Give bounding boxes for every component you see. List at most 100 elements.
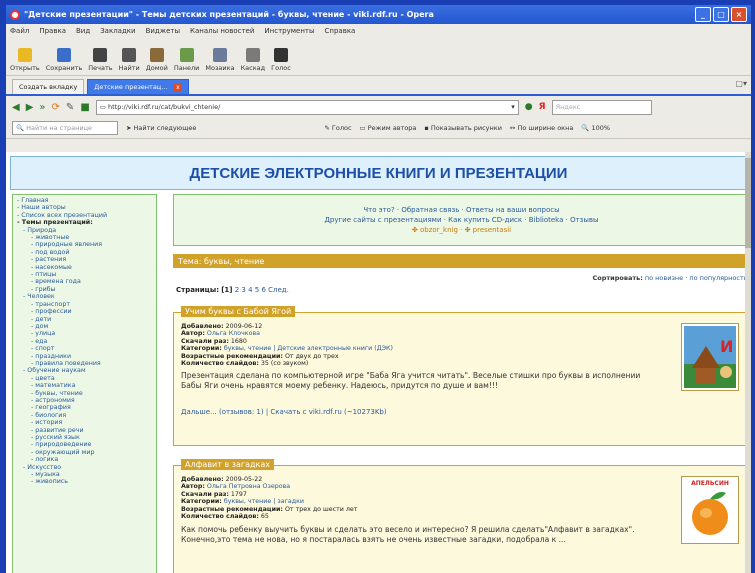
fit-width-button[interactable]: ↔ По ширине окна — [510, 124, 573, 132]
maximize-button[interactable]: □ — [713, 7, 729, 22]
search-input[interactable]: Яндекс — [551, 99, 652, 115]
edit-icon[interactable]: ✎ — [66, 102, 74, 113]
url-input[interactable]: ▭ http://viki.rdf.ru/cat/bukvi_chtenie/ ▾ — [95, 99, 519, 115]
voice-button[interactable]: ✎ Голос — [324, 124, 351, 132]
toolbar-button[interactable]: Найти — [119, 48, 140, 72]
stop-icon[interactable]: ■ — [80, 102, 89, 113]
page-links[interactable]: 2 3 4 5 6 След. — [235, 286, 289, 294]
sidebar-item[interactable]: - Природа — [17, 227, 152, 234]
sidebar-item[interactable]: - музыка — [17, 471, 152, 478]
sidebar-item[interactable]: - улица — [17, 330, 152, 337]
zoom-label: 100% — [591, 124, 611, 132]
fast-forward-icon[interactable]: » — [39, 102, 45, 113]
card-more-link[interactable]: Дальше... (отзывов: 1) | Скачать с viki.… — [181, 408, 387, 416]
tab-active[interactable]: Детские презентац... x — [87, 79, 190, 94]
reload-icon[interactable]: ⟳ — [52, 102, 60, 113]
top-links-line[interactable]: Что это? · Обратная связь · Ответы на ва… — [363, 206, 559, 214]
scrollbar-thumb[interactable] — [745, 158, 751, 248]
sidebar-item[interactable]: - математика — [17, 382, 152, 389]
card-thumbnail[interactable]: АПЕЛЬСИН — [681, 476, 739, 544]
back-icon[interactable]: ◀ — [12, 102, 20, 113]
sidebar-item[interactable]: - история — [17, 419, 152, 426]
menu-item[interactable]: Вид — [76, 27, 90, 35]
close-tab-icon[interactable]: x — [173, 82, 183, 92]
menu-item[interactable]: Закладки — [100, 27, 135, 35]
toolbar-icon — [273, 48, 288, 62]
minimize-button[interactable]: _ — [695, 7, 711, 22]
meta-key: Возрастные рекомендации: — [181, 505, 283, 513]
tab-menu-icon[interactable]: ▢▾ — [735, 79, 747, 88]
toolbar-button[interactable]: Голос — [271, 48, 291, 72]
sidebar-item[interactable]: - Главная — [17, 197, 152, 204]
toolbar-button[interactable]: Панели — [174, 48, 199, 72]
show-images-button[interactable]: ▪ Показывать рисунки — [424, 124, 502, 132]
toolbar-label: Открыть — [10, 64, 40, 72]
sidebar-item[interactable]: - грибы — [17, 286, 152, 293]
menu-item[interactable]: Инструменты — [264, 27, 314, 35]
sidebar-item[interactable]: - логика — [17, 456, 152, 463]
menu-item[interactable]: Каналы новостей — [190, 27, 254, 35]
meta-row: Автор: Ольга Петровна Озерова — [181, 483, 357, 490]
find-next-button[interactable]: ➤ Найти следующее — [126, 124, 196, 132]
menu-item[interactable]: Правка — [39, 27, 66, 35]
menu-item[interactable]: Виджеты — [146, 27, 180, 35]
sidebar-item[interactable]: - Человек — [17, 293, 152, 300]
menu-item[interactable]: Файл — [10, 27, 29, 35]
sidebar-item[interactable]: - Темы презентаций: — [17, 219, 152, 226]
top-links-line[interactable]: ✤ obzor_knig · ✤ presentasii — [412, 226, 511, 234]
sort-options[interactable]: по новизне · по популярности — [645, 274, 748, 282]
top-links-line[interactable]: Другие сайты с презентациями · Как купит… — [324, 216, 598, 224]
sidebar-item[interactable]: - спорт — [17, 345, 152, 352]
zoom-control[interactable]: 🔍 100% — [581, 124, 610, 132]
toolbar-button[interactable]: Мозаика — [205, 48, 235, 72]
card-title[interactable]: Алфавит в загадках — [181, 459, 274, 470]
close-button[interactable]: × — [731, 7, 747, 22]
sidebar-item[interactable]: - под водой — [17, 249, 152, 256]
tab-new[interactable]: Создать вкладку — [12, 79, 85, 94]
toolbar-button[interactable]: Каскад — [241, 48, 265, 72]
sidebar-item[interactable]: - еда — [17, 338, 152, 345]
sidebar-item[interactable]: - природоведение — [17, 441, 152, 448]
sidebar-item[interactable]: - времена года — [17, 278, 152, 285]
sidebar-item[interactable]: - биология — [17, 412, 152, 419]
sidebar-item[interactable]: - профессии — [17, 308, 152, 315]
sidebar-item[interactable]: - астрономия — [17, 397, 152, 404]
card-title[interactable]: Учим буквы с Бабой Ягой — [181, 306, 296, 317]
sidebar-item[interactable]: - Наши авторы — [17, 204, 152, 211]
sidebar-item[interactable]: - окружающий мир — [17, 449, 152, 456]
meta-value[interactable]: буквы, чтение | Детские электронные книг… — [224, 345, 393, 352]
meta-value[interactable]: буквы, чтение | загадки — [224, 498, 304, 505]
menu-item[interactable]: Справка — [325, 27, 356, 35]
meta-value[interactable]: Ольга Клочкова — [207, 330, 260, 337]
chevron-down-icon[interactable]: ▾ — [511, 103, 515, 111]
sidebar-item[interactable]: - буквы, чтение — [17, 390, 152, 397]
sidebar-item[interactable]: - транспорт — [17, 301, 152, 308]
sidebar-item[interactable]: - животные — [17, 234, 152, 241]
opera-logo-icon — [10, 9, 20, 20]
find-input[interactable]: 🔍 Найти на странице — [12, 121, 118, 135]
sidebar-item[interactable]: - живопись — [17, 478, 152, 485]
meta-value[interactable]: Ольга Петровна Озерова — [207, 483, 290, 490]
sidebar-item[interactable]: - Обучение наукам — [17, 367, 152, 374]
sidebar-item[interactable]: - природные явления — [17, 241, 152, 248]
toolbar-button[interactable]: Печать — [88, 48, 113, 72]
toolbar-button[interactable]: Домой — [146, 48, 168, 72]
page-scrollbar[interactable] — [745, 152, 751, 573]
sidebar-item[interactable]: - праздники — [17, 353, 152, 360]
sidebar-item[interactable]: - Искусство — [17, 464, 152, 471]
sidebar-item[interactable]: - дети — [17, 316, 152, 323]
toolbar-button[interactable]: Сохранить — [46, 48, 82, 72]
sidebar-item[interactable]: - дом — [17, 323, 152, 330]
go-icon[interactable]: ● — [525, 102, 533, 112]
toolbar-button[interactable]: Открыть — [10, 48, 40, 72]
sidebar-item[interactable]: - развитие речи — [17, 427, 152, 434]
sidebar-item[interactable]: - география — [17, 404, 152, 411]
sidebar-item[interactable]: - насекомые — [17, 264, 152, 271]
author-mode-button[interactable]: ▭ Режим автора — [360, 124, 417, 132]
sidebar-item[interactable]: - русский язык — [17, 434, 152, 441]
sidebar-item[interactable]: - растения — [17, 256, 152, 263]
forward-icon[interactable]: ▶ — [26, 102, 34, 113]
card-thumbnail[interactable]: И — [681, 323, 739, 391]
sidebar-item[interactable]: - птицы — [17, 271, 152, 278]
sidebar-item[interactable]: - цвета — [17, 375, 152, 382]
